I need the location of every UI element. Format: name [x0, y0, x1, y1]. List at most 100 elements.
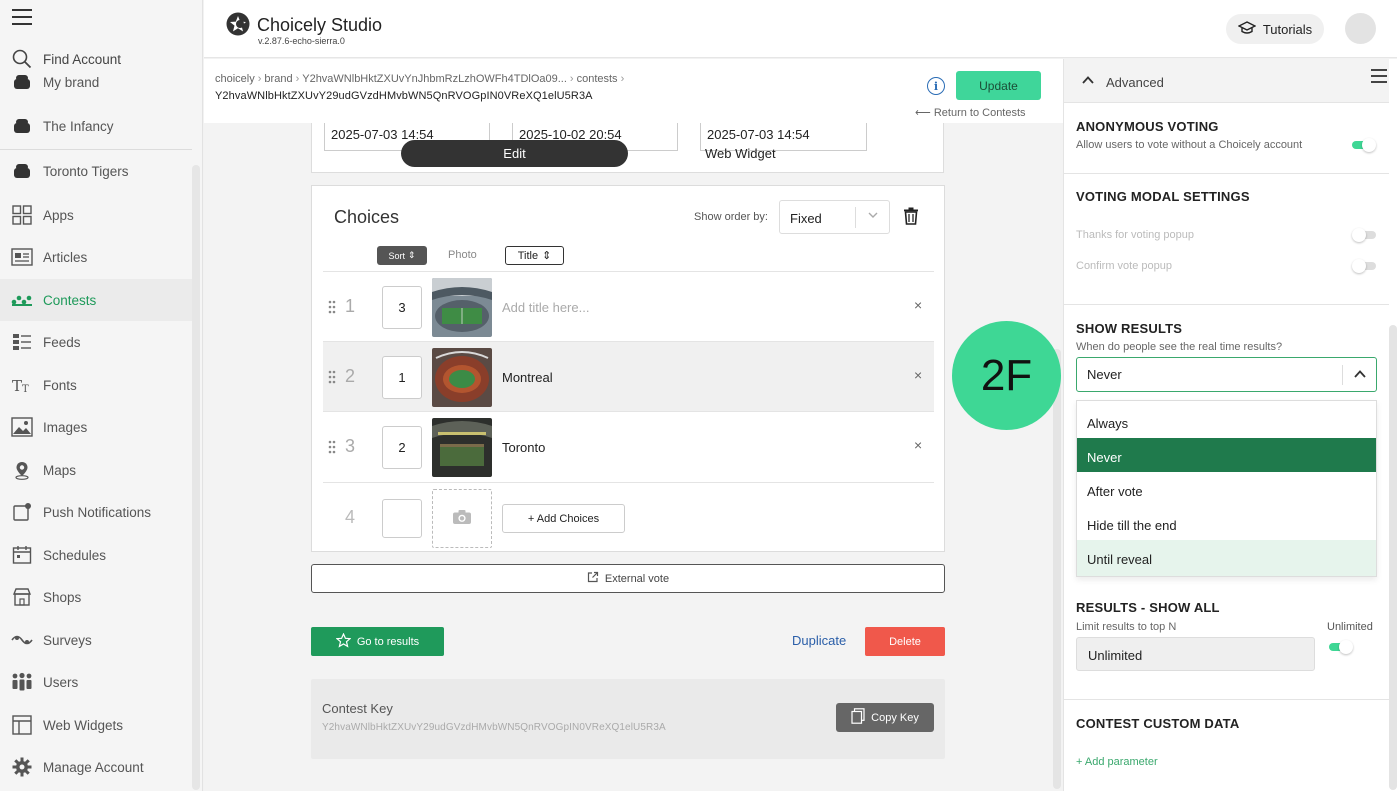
- order-input[interactable]: 3: [382, 286, 422, 329]
- sidebar-item-label: Web Widgets: [43, 717, 124, 733]
- panel-menu-icon[interactable]: [1371, 69, 1387, 83]
- search-icon: [11, 48, 33, 70]
- option-until-reveal[interactable]: Until reveal: [1077, 540, 1376, 576]
- sidebar-item-web-widgets[interactable]: Web Widgets: [0, 705, 192, 745]
- sidebar-item-articles[interactable]: Articles: [0, 237, 192, 277]
- sidebar-item-schedules[interactable]: Schedules: [0, 535, 192, 575]
- return-to-contests-link[interactable]: ⟵ Return to Contests: [915, 106, 1026, 119]
- results-show-all-title: RESULTS - SHOW ALL: [1076, 600, 1220, 615]
- sidebar-item-shops[interactable]: Shops: [0, 577, 192, 617]
- sidebar-item-toronto-tigers[interactable]: Toronto Tigers: [0, 151, 192, 191]
- app-title: Choicely Studio: [257, 15, 383, 35]
- breadcrumb-item[interactable]: Y2hvaWNlbHktZXUvYnJhbmRzLzhOWFh4TDlOa09.…: [302, 73, 567, 85]
- sidebar-item-label: Maps: [43, 462, 77, 478]
- schedules-icon: [11, 544, 33, 566]
- option-always[interactable]: Always: [1077, 404, 1376, 438]
- trash-icon[interactable]: [903, 207, 919, 225]
- avatar[interactable]: [1345, 13, 1376, 44]
- choice-title-input[interactable]: Montreal: [502, 370, 553, 385]
- confirm-popup-toggle[interactable]: [1352, 259, 1378, 273]
- advanced-header[interactable]: Advanced: [1064, 59, 1389, 103]
- show-results-select[interactable]: Never: [1076, 357, 1377, 392]
- sidebar-scrollbar[interactable]: [192, 165, 200, 790]
- hamburger-menu-icon[interactable]: [12, 9, 32, 27]
- step-badge: 2F: [952, 321, 1061, 430]
- results-limit-input[interactable]: Unlimited: [1076, 637, 1315, 671]
- breadcrumb-item[interactable]: contests: [577, 73, 618, 85]
- drag-handle-icon[interactable]: [328, 370, 336, 384]
- copy-key-button[interactable]: Copy Key: [836, 703, 934, 732]
- breadcrumb-item[interactable]: choicely: [215, 73, 255, 85]
- choice-title-input[interactable]: Add title here...: [502, 300, 589, 315]
- choice-photo[interactable]: [432, 418, 492, 477]
- sidebar-item-label: Articles: [43, 249, 88, 265]
- breadcrumb-bar: choicely › brand › Y2hvaWNlbHktZXUvYnJhbmRzL…: [204, 59, 1063, 123]
- panel-scrollbar[interactable]: [1389, 325, 1397, 790]
- row-number: 4: [345, 507, 356, 527]
- sidebar-item-the-infancy[interactable]: The Infancy: [0, 106, 192, 146]
- unlimited-toggle[interactable]: [1327, 640, 1353, 654]
- sidebar-item-label: Contests: [43, 292, 97, 308]
- order-input[interactable]: 1: [382, 356, 422, 399]
- choice-photo[interactable]: [432, 348, 492, 407]
- main-content: choicely › brand › Y2hvaWNlbHktZXUvYnJhbmRzL…: [204, 59, 1063, 791]
- anonymous-voting-title: ANONYMOUS VOTING: [1076, 119, 1219, 134]
- update-button[interactable]: Update: [956, 71, 1041, 100]
- option-after-vote[interactable]: After vote: [1077, 472, 1376, 506]
- choice-photo[interactable]: [432, 278, 492, 337]
- anonymous-voting-toggle[interactable]: [1350, 138, 1376, 152]
- title-sort-button[interactable]: Title ⇕: [505, 246, 564, 265]
- sort-button[interactable]: Sort ⇕: [377, 246, 427, 265]
- option-never[interactable]: Never: [1077, 438, 1376, 472]
- remove-choice-icon[interactable]: ×: [914, 367, 922, 383]
- tutorials-button[interactable]: Tutorials: [1226, 14, 1324, 44]
- sidebar-item-fonts[interactable]: TT Fonts: [0, 365, 192, 405]
- svg-text:T: T: [22, 384, 29, 394]
- sidebar-item-label: Users: [43, 674, 79, 690]
- sidebar-item-contests[interactable]: Contests: [0, 279, 192, 321]
- chevron-down-icon: [867, 209, 879, 224]
- drag-handle-icon[interactable]: [328, 440, 336, 454]
- info-icon[interactable]: i: [927, 77, 945, 95]
- go-to-results-button[interactable]: Go to results: [311, 627, 444, 656]
- articles-icon: [11, 246, 33, 268]
- main-scrollbar[interactable]: [1053, 349, 1061, 789]
- show-results-dropdown: Always Never After vote Hide till the en…: [1076, 400, 1377, 577]
- choice-title-input[interactable]: Toronto: [502, 440, 545, 455]
- add-parameter-link[interactable]: + Add parameter: [1076, 756, 1158, 768]
- order-input[interactable]: 2: [382, 426, 422, 469]
- tab-web-widget[interactable]: Web Widget: [705, 146, 776, 161]
- web-widgets-icon: [11, 714, 33, 736]
- contests-icon: [11, 289, 33, 311]
- external-vote-button[interactable]: External vote: [311, 564, 945, 593]
- contest-key-value: Y2hvaWNlbHktZXUvY29udGVzdHMvbWN5QnRVOGpI…: [322, 722, 666, 733]
- chevron-up-icon[interactable]: [1081, 73, 1095, 87]
- sidebar-item-maps[interactable]: Maps: [0, 450, 192, 490]
- table-row: 3 2 Toronto ×: [323, 411, 934, 481]
- sidebar-item-images[interactable]: Images: [0, 407, 192, 447]
- tab-edit[interactable]: Edit: [401, 140, 628, 167]
- drag-handle-icon[interactable]: [328, 300, 336, 314]
- sidebar-item-label: My brand: [43, 74, 100, 90]
- sidebar-item-users[interactable]: Users: [0, 662, 192, 702]
- photo-upload[interactable]: [432, 489, 492, 548]
- sidebar-item-apps[interactable]: Apps: [0, 195, 192, 235]
- duplicate-link[interactable]: Duplicate: [792, 633, 846, 648]
- remove-choice-icon[interactable]: ×: [914, 437, 922, 453]
- remove-choice-icon[interactable]: ×: [914, 297, 922, 313]
- external-link-icon: [587, 571, 599, 586]
- sidebar-item-push-notifications[interactable]: Push Notifications: [0, 492, 192, 532]
- sidebar-item-surveys[interactable]: Surveys: [0, 620, 192, 660]
- find-account[interactable]: Find Account: [0, 44, 192, 74]
- external-vote-label: External vote: [604, 572, 670, 585]
- sidebar-item-manage-account[interactable]: Manage Account: [0, 747, 192, 787]
- add-choices-button[interactable]: + Add Choices: [502, 504, 625, 533]
- go-to-results-label: Go to results: [356, 635, 420, 648]
- thanks-popup-toggle[interactable]: [1352, 228, 1378, 242]
- breadcrumb-item[interactable]: brand: [264, 73, 292, 85]
- order-input[interactable]: [382, 499, 422, 538]
- show-order-select[interactable]: Fixed: [779, 200, 890, 234]
- sidebar-item-feeds[interactable]: Feeds: [0, 322, 192, 362]
- option-hide-till-the-end[interactable]: Hide till the end: [1077, 506, 1376, 540]
- delete-button[interactable]: Delete: [865, 627, 945, 656]
